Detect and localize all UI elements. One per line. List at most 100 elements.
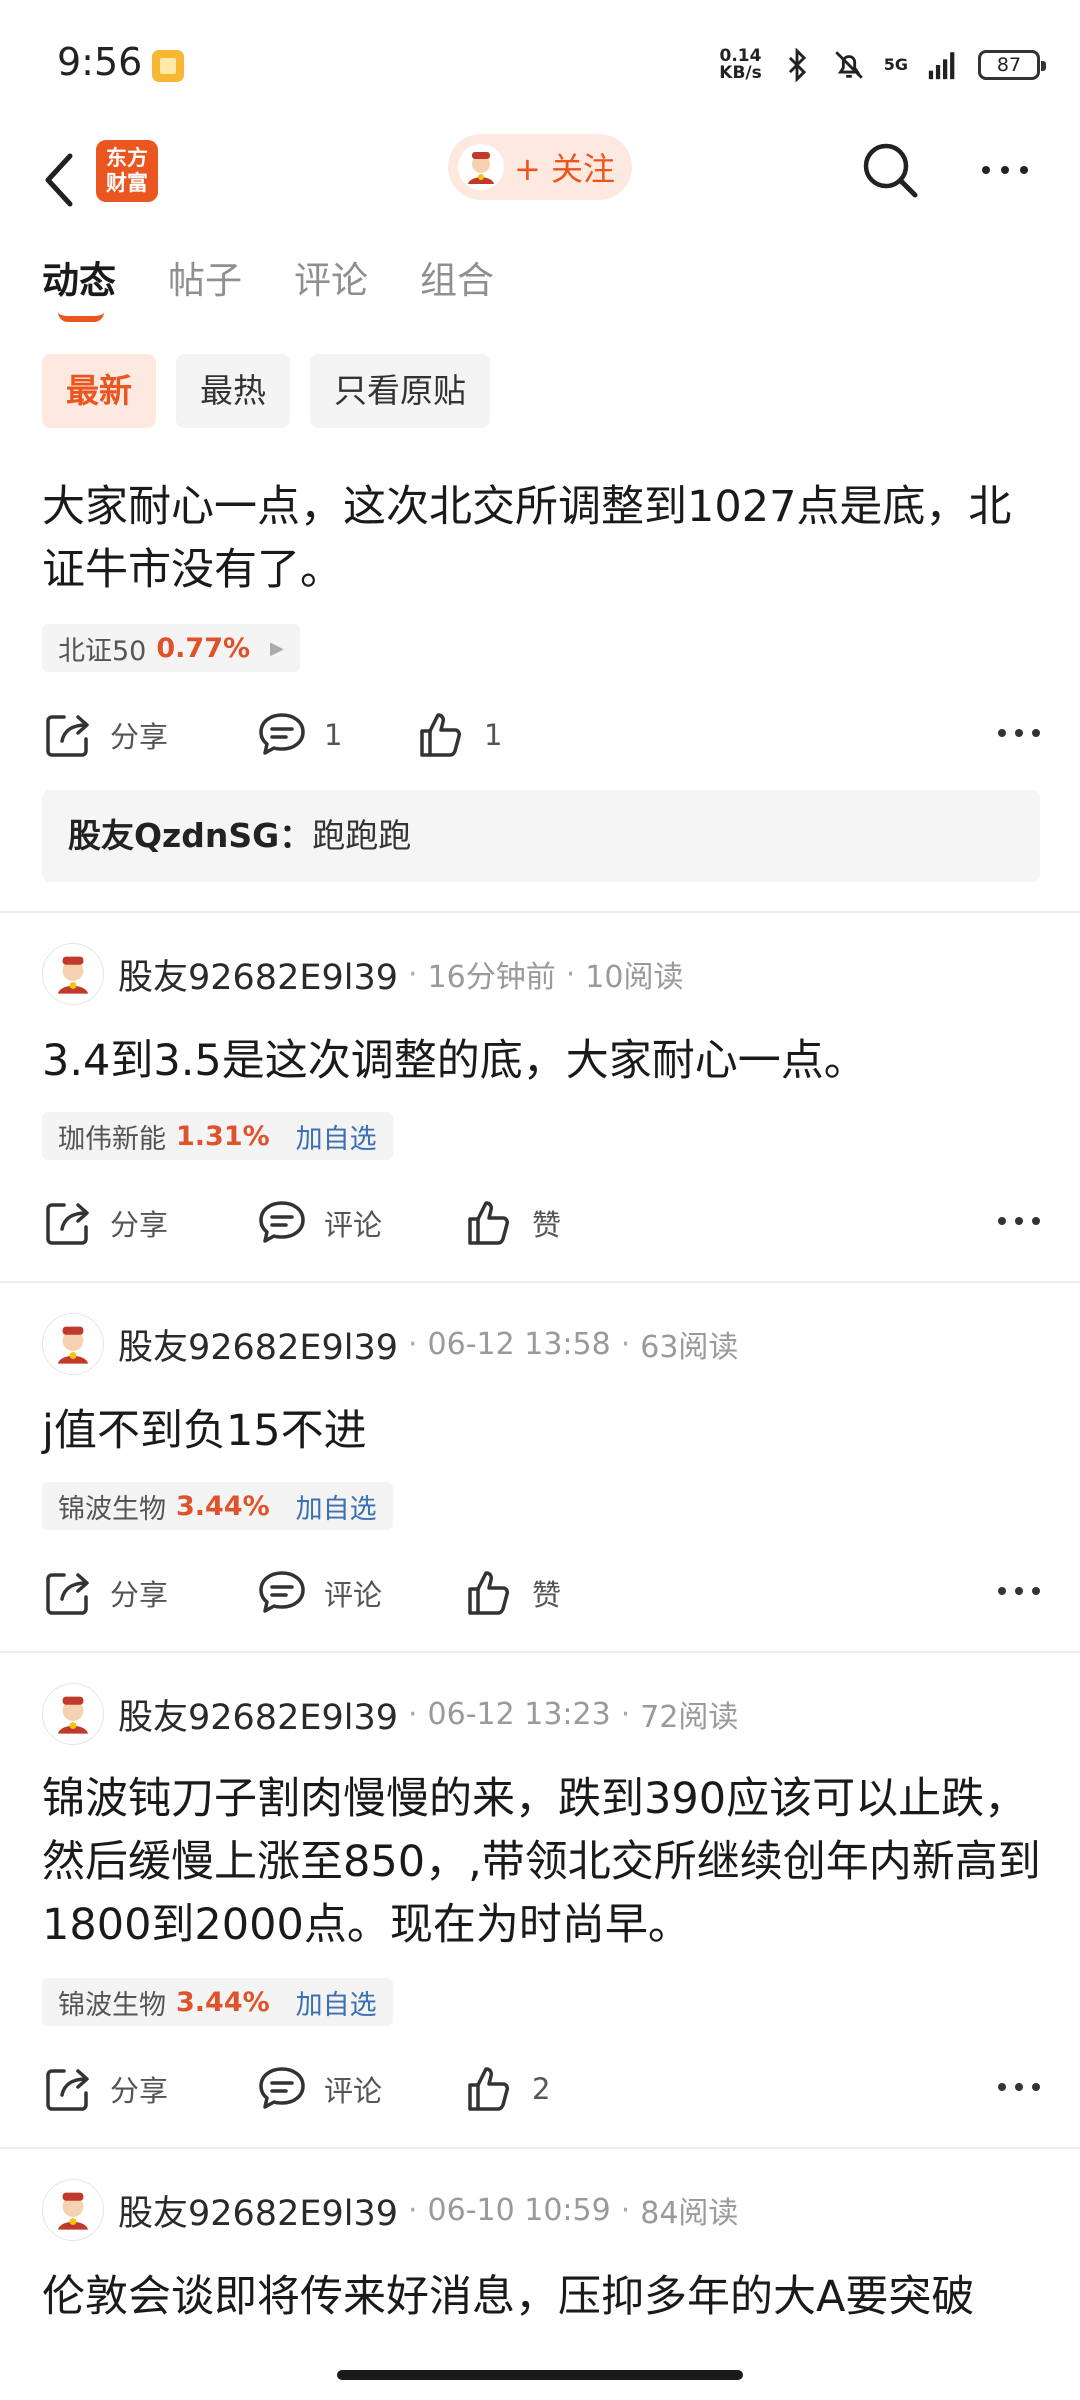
- comment-button[interactable]: 1: [256, 705, 342, 765]
- post-time: 06-12 13:23: [427, 1696, 611, 1732]
- comment-button[interactable]: 评论: [256, 2059, 382, 2119]
- comment-icon: [259, 2067, 305, 2109]
- stock-change: 0.77%: [156, 632, 251, 664]
- add-watchlist-button[interactable]: 加自选: [296, 1117, 377, 1156]
- stock-name: 锦波生物: [58, 1989, 166, 2021]
- thumbs-up-icon: [468, 2067, 509, 2111]
- post-text[interactable]: 伦敦会谈即将传来好消息，压抑多年的大A要突破: [42, 2266, 1002, 2329]
- share-icon: [46, 715, 89, 757]
- share-button[interactable]: 分享: [42, 1193, 168, 1253]
- god-of-wealth-icon: [57, 1696, 89, 1734]
- like-button[interactable]: 赞: [464, 1563, 561, 1623]
- avatar[interactable]: [42, 2179, 104, 2241]
- comment-icon: [259, 1201, 305, 1243]
- stock-tag[interactable]: 珈伟新能 1.31% 加自选: [42, 1112, 393, 1160]
- comment-preview[interactable]: 股友QzdnSG：跑跑跑: [42, 790, 1040, 882]
- read-count: 63阅读: [640, 1330, 739, 1365]
- bluetooth-icon: [788, 48, 806, 82]
- tab-portfolio[interactable]: 组合: [420, 250, 494, 330]
- share-button[interactable]: 分享: [42, 1563, 168, 1623]
- share-icon: [46, 1573, 89, 1615]
- search-icon[interactable]: [860, 140, 920, 200]
- like-button[interactable]: 赞: [464, 1193, 561, 1253]
- post-time: 16分钟前: [427, 960, 556, 995]
- follow-button[interactable]: + 关注: [448, 134, 632, 200]
- filter-hottest[interactable]: 最热: [176, 354, 290, 428]
- comment-button[interactable]: 评论: [256, 1563, 382, 1623]
- post-more-icon[interactable]: [996, 1571, 1042, 1611]
- post-meta: 股友92682E9l39 · 06-10 10:59 · 84阅读: [42, 2179, 738, 2241]
- filter-original-only[interactable]: 只看原贴: [310, 354, 490, 428]
- tab-posts[interactable]: 帖子: [168, 250, 242, 330]
- post-meta: 股友92682E9l39 · 16分钟前 · 10阅读: [42, 943, 683, 1005]
- avatar[interactable]: [42, 1313, 104, 1375]
- author-name[interactable]: 股友92682E9l39: [118, 1689, 398, 1740]
- god-of-wealth-icon: [468, 152, 494, 184]
- filter-bar: 最新 最热 只看原贴: [42, 354, 490, 428]
- post-more-icon[interactable]: [996, 713, 1042, 753]
- comment-button[interactable]: 评论: [256, 1193, 382, 1253]
- divider: [0, 911, 1080, 913]
- stock-tag[interactable]: 锦波生物 3.44% 加自选: [42, 1482, 393, 1530]
- post-text[interactable]: 大家耐心一点，这次北交所调整到1027点是底，北证牛市没有了。: [42, 476, 1042, 602]
- author-name[interactable]: 股友92682E9l39: [118, 1319, 398, 1370]
- comment-username: 股友QzdnSG：: [68, 816, 313, 855]
- like-button[interactable]: 1: [416, 705, 502, 765]
- thumbs-up-icon: [420, 713, 461, 757]
- filter-latest[interactable]: 最新: [42, 354, 156, 428]
- signal-icon: [928, 52, 955, 80]
- share-icon: [46, 1203, 89, 1245]
- back-icon[interactable]: [34, 140, 94, 220]
- top-nav: 东方 财富 + 关注: [0, 130, 1080, 270]
- stock-name: 北证50: [58, 635, 147, 667]
- stock-name: 锦波生物: [58, 1493, 166, 1525]
- stock-change: 3.44%: [176, 1986, 270, 2018]
- stock-tag[interactable]: 锦波生物 3.44% 加自选: [42, 1978, 393, 2026]
- divider: [0, 1281, 1080, 1283]
- post-text[interactable]: 3.4到3.5是这次调整的底，大家耐心一点。: [42, 1030, 1042, 1093]
- more-options-icon[interactable]: [978, 148, 1032, 192]
- status-time: 9:56: [57, 40, 143, 84]
- comment-text: 跑跑跑: [312, 816, 412, 855]
- stock-change: 1.31%: [176, 1120, 270, 1152]
- thumbs-up-icon: [468, 1571, 509, 1615]
- network-type: 5G: [883, 55, 908, 74]
- add-watchlist-button[interactable]: 加自选: [296, 1487, 377, 1526]
- notification-app-icon: [152, 50, 184, 82]
- like-button[interactable]: 2: [464, 2059, 550, 2119]
- read-count: 10阅读: [585, 960, 684, 995]
- god-of-wealth-icon: [57, 956, 89, 994]
- comment-icon: [259, 713, 305, 755]
- post-actions: 分享 评论 2: [42, 2059, 1042, 2119]
- author-name[interactable]: 股友92682E9l39: [118, 2185, 398, 2236]
- stock-change: 3.44%: [176, 1490, 270, 1522]
- author-name[interactable]: 股友92682E9l39: [118, 949, 398, 1000]
- tab-indicator: [58, 312, 104, 322]
- user-avatar: [458, 144, 504, 190]
- share-icon: [46, 2069, 89, 2111]
- follow-label: + 关注: [514, 150, 615, 188]
- share-button[interactable]: 分享: [42, 2059, 168, 2119]
- share-button[interactable]: 分享: [42, 705, 168, 765]
- avatar[interactable]: [42, 1683, 104, 1745]
- app-logo: 东方 财富: [96, 140, 158, 202]
- post-text[interactable]: 锦波钝刀子割肉慢慢的来，跌到390应该可以止跌，然后缓慢上涨至850，,带领北交…: [42, 1768, 1042, 1957]
- post-more-icon[interactable]: [996, 2067, 1042, 2107]
- post-actions: 分享 1 1: [42, 705, 1042, 765]
- stock-tag[interactable]: 北证50 0.77% ▶: [42, 624, 300, 672]
- post-text[interactable]: j值不到负15不进: [42, 1400, 1042, 1463]
- stock-name: 珈伟新能: [58, 1123, 166, 1155]
- thumbs-up-icon: [468, 1201, 509, 1245]
- tab-comments[interactable]: 评论: [294, 250, 368, 330]
- home-indicator[interactable]: [337, 2370, 743, 2380]
- post-actions: 分享 评论 赞: [42, 1563, 1042, 1623]
- post-actions: 分享 评论 赞: [42, 1193, 1042, 1253]
- avatar[interactable]: [42, 943, 104, 1005]
- tab-dynamic[interactable]: 动态: [42, 250, 116, 330]
- post-more-icon[interactable]: [996, 1201, 1042, 1241]
- god-of-wealth-icon: [57, 1326, 89, 1364]
- divider: [0, 1651, 1080, 1653]
- read-count: 84阅读: [640, 2196, 739, 2231]
- add-watchlist-button[interactable]: 加自选: [296, 1983, 377, 2022]
- mute-bell-icon: [834, 51, 863, 79]
